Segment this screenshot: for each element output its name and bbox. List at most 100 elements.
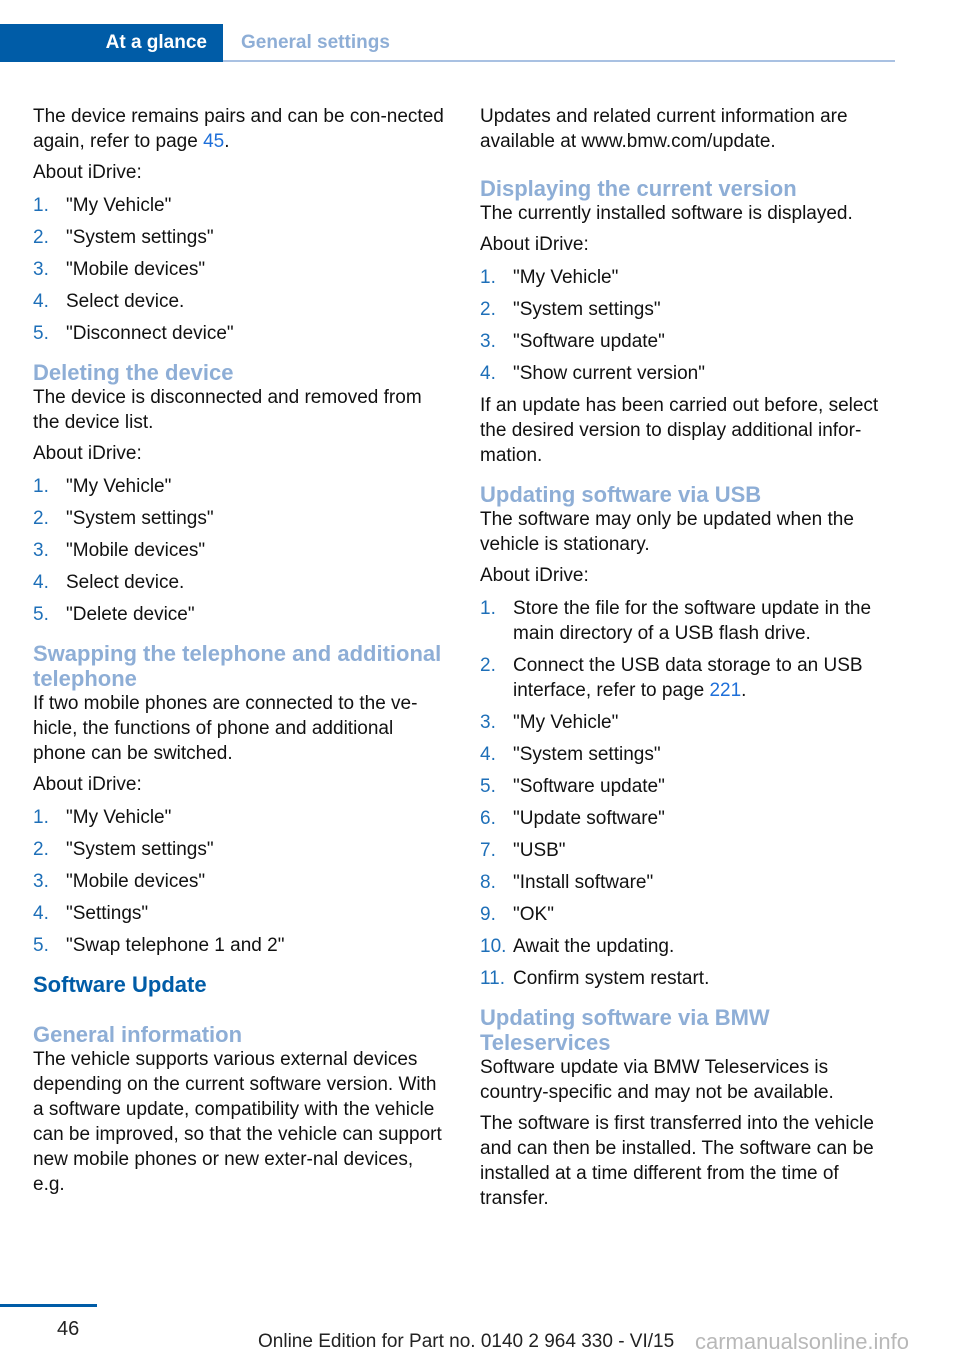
heading-updating-via-teleservices: Updating software via BMW Teleservices	[480, 1005, 770, 1055]
list-item: 8. "Install software"	[480, 870, 900, 895]
heading-software-update: Software Update	[33, 972, 207, 997]
heading-displaying-current-version: Displaying the current version	[480, 176, 797, 201]
usb-steps: 1. Store the file for the software update…	[480, 596, 900, 991]
step-number: 2.	[33, 508, 49, 529]
list-item: 9. "OK"	[480, 902, 900, 927]
step-number: 2.	[480, 655, 496, 676]
step-number: 1.	[33, 476, 49, 497]
about-idrive-label: About iDrive:	[33, 162, 142, 183]
list-item: 5. "Software update"	[480, 774, 900, 799]
list-item: 1. "My Vehicle"	[33, 474, 448, 499]
step-number: 3.	[33, 540, 49, 561]
chapter-tabs: At a glance General settings	[0, 24, 895, 62]
list-item: 4. Select device.	[33, 570, 448, 595]
watermark: carmanualsonline.info	[695, 1329, 910, 1354]
list-item: 11. Confirm system restart.	[480, 966, 900, 991]
step-text: "Mobile devices"	[66, 540, 206, 561]
list-item: 1. "My Vehicle"	[33, 805, 448, 830]
list-item: 1. "My Vehicle"	[33, 193, 448, 218]
delete-description: The device is disconnected and removed f…	[33, 387, 422, 433]
footer-divider	[0, 1304, 97, 1307]
step-number: 4.	[33, 903, 49, 924]
step-number: 4.	[33, 572, 49, 593]
list-item: 1. "My Vehicle"	[480, 265, 900, 290]
step-number: 4.	[33, 291, 49, 312]
tab-general-settings[interactable]: General settings	[241, 24, 390, 62]
step-text: "Mobile devices"	[66, 871, 206, 892]
step-text: "OK"	[513, 904, 554, 925]
step-number: 3.	[33, 259, 49, 280]
step-text: "System settings"	[513, 744, 661, 765]
step-number: 1.	[33, 195, 49, 216]
step-number: 11.	[480, 968, 506, 989]
swap-steps: 1. "My Vehicle" 2. "System settings" 3. "Mo…	[33, 805, 448, 958]
list-item: 2. "System settings"	[33, 837, 448, 862]
list-item: 5. "Disconnect device"	[33, 321, 448, 346]
intro-paragraph: The device remains pairs and can be con-…	[33, 104, 448, 154]
list-item: 2. "System settings"	[33, 506, 448, 531]
step-number: 2.	[33, 839, 49, 860]
list-item: 4. "System settings"	[480, 742, 900, 767]
list-item: 2. "System settings"	[480, 297, 900, 322]
usb-description: The software may only be updated when th…	[480, 509, 854, 555]
heading-updating-via-usb: Updating software via USB	[480, 482, 762, 507]
list-item: 3. "Mobile devices"	[33, 538, 448, 563]
step-text: "Mobile devices"	[66, 259, 206, 280]
current-version-description: The currently installed software is disp…	[480, 203, 853, 224]
step-text: "Update software"	[513, 808, 665, 829]
list-item: 4. "Show current version"	[480, 361, 900, 386]
step-number: 2.	[480, 299, 496, 320]
current-version-note: If an update has been carried out before…	[480, 395, 879, 466]
step-text: "Swap telephone 1 and 2"	[66, 935, 285, 956]
intro-text: The device remains pairs and can be con-…	[33, 106, 444, 152]
step-text: "Show current version"	[513, 363, 705, 384]
heading-swapping-telephone: Swapping the telephone and additional te…	[33, 641, 442, 691]
step-number: 2.	[33, 227, 49, 248]
list-item: 2. "System settings"	[33, 225, 448, 250]
step-text: "Software update"	[513, 331, 665, 352]
step-number: 5.	[33, 935, 49, 956]
list-item: 10. Await the updating.	[480, 934, 900, 959]
heading-general-information: General information	[33, 1022, 243, 1047]
current-version-steps: 1. "My Vehicle" 2. "System settings" 3. "So…	[480, 265, 900, 386]
step-number: 5.	[33, 323, 49, 344]
edition-info: Online Edition for Part no. 0140 2 964 3…	[258, 1331, 675, 1352]
step-number: 7.	[480, 840, 496, 861]
step-text: "Software update"	[513, 776, 665, 797]
step-number: 1.	[480, 267, 496, 288]
page-number: 46	[57, 1318, 80, 1340]
list-item: 5. "Delete device"	[33, 602, 448, 627]
intro-text-end: .	[224, 131, 230, 152]
list-item: 4. Select device.	[33, 289, 448, 314]
step-number: 5.	[480, 776, 496, 797]
step-number: 8.	[480, 872, 496, 893]
about-idrive-label: About iDrive:	[33, 443, 142, 464]
list-item: 2. Connect the USB data storage to an USB…	[480, 653, 900, 703]
tab-at-a-glance[interactable]: At a glance	[0, 24, 223, 62]
page-link-45[interactable]: 45	[203, 131, 224, 152]
list-item: 5. "Swap telephone 1 and 2"	[33, 933, 448, 958]
updates-info-paragraph: Updates and related current information …	[480, 106, 848, 152]
step-text: Select device.	[66, 572, 185, 593]
delete-steps: 1. "My Vehicle" 2. "System settings" 3. "Mo…	[33, 474, 448, 627]
list-item: 4. "Settings"	[33, 901, 448, 926]
step-number: 1.	[480, 598, 496, 619]
left-column: The device remains pairs and can be con-…	[33, 104, 448, 1203]
general-information-text: The vehicle supports various external de…	[33, 1049, 442, 1195]
step-text: "Settings"	[66, 903, 149, 924]
step-number: 3.	[33, 871, 49, 892]
list-item: 1. Store the file for the software update…	[480, 596, 900, 646]
page-link-221[interactable]: 221	[709, 680, 741, 701]
step-number: 6.	[480, 808, 496, 829]
step-number: 1.	[33, 807, 49, 828]
step-text: "System settings"	[66, 508, 214, 529]
disconnect-steps: 1. "My Vehicle" 2. "System settings" 3. "Mo…	[33, 193, 448, 346]
teleservices-text-2: The software is first transferred into t…	[480, 1113, 874, 1209]
header-divider	[223, 60, 895, 62]
step-text: "USB"	[513, 840, 566, 861]
about-idrive-label: About iDrive:	[480, 234, 589, 255]
step-text: "System settings"	[66, 839, 214, 860]
step-text: "My Vehicle"	[513, 267, 619, 288]
list-item: 3. "Mobile devices"	[33, 257, 448, 282]
step-text: Await the updating.	[513, 936, 675, 957]
